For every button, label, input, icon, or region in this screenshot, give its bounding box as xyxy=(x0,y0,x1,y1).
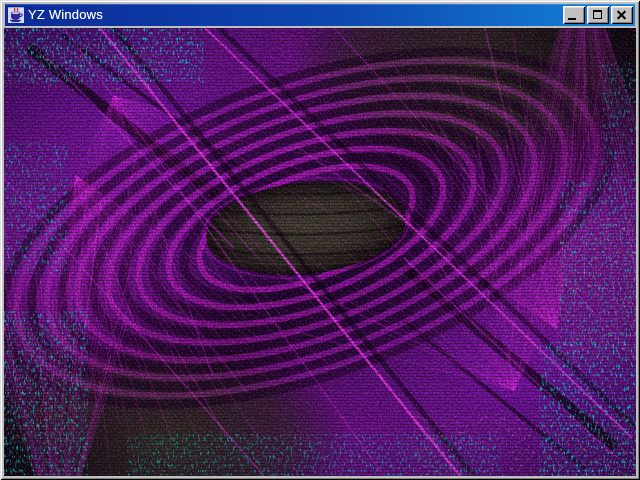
minimize-button[interactable] xyxy=(563,6,585,24)
close-button[interactable] xyxy=(611,6,633,24)
maximize-button[interactable] xyxy=(587,6,609,24)
minimize-icon xyxy=(568,18,576,20)
window-controls xyxy=(563,6,633,24)
noise-layer xyxy=(4,28,636,476)
fractal-canvas[interactable] xyxy=(4,28,636,476)
app-window: YZ Windows xyxy=(0,0,640,480)
maximize-icon xyxy=(593,10,602,19)
moire-pattern xyxy=(4,28,636,476)
titlebar[interactable]: YZ Windows xyxy=(5,4,635,26)
window-title: YZ Windows xyxy=(28,4,563,26)
java-coffee-cup-icon[interactable] xyxy=(8,7,24,23)
